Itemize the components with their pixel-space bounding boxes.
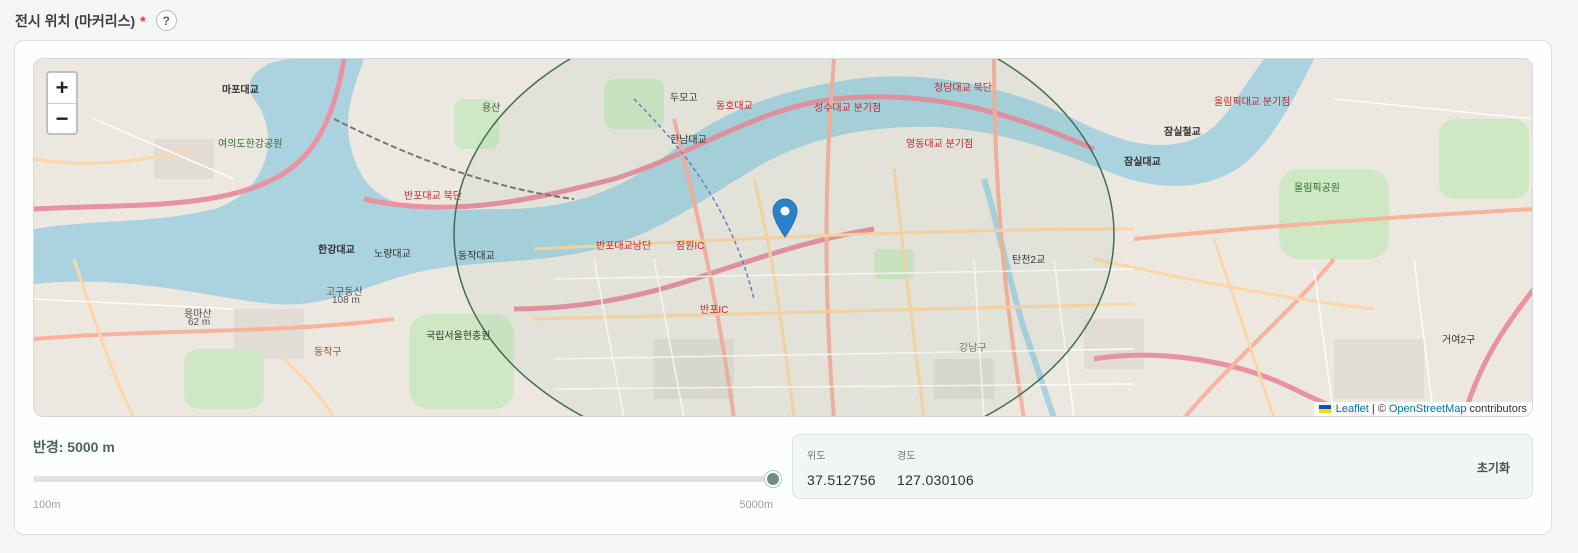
map-label-yongsan: 용산 — [482, 103, 501, 114]
longitude-value: 127.030106 — [897, 472, 974, 488]
map-label-cheongdam: 청담대교 북단 — [934, 83, 992, 94]
map-tiles — [34, 59, 1532, 416]
help-icon[interactable]: ? — [155, 10, 177, 31]
map-label-olympic-park: 올림픽공원 — [1294, 183, 1340, 194]
map-label-tancheon: 탄천2교 — [1012, 255, 1046, 266]
leaflet-link[interactable]: Leaflet — [1336, 403, 1369, 415]
field-label: 전시 위치 (마커리스) * ? — [15, 10, 177, 31]
latitude-label: 위도 — [807, 451, 826, 462]
field-label-text: 전시 위치 (마커리스) — [15, 12, 136, 29]
map-label-mapo: 마포대교 — [222, 85, 259, 96]
longitude-group: 경도 127.030106 — [897, 447, 974, 488]
map-label-banpo-south: 반포대교남단 — [596, 241, 652, 252]
map-label-yeongdong: 영동대교 분기점 — [906, 139, 974, 150]
map-label-geoyeo: 거여2구 — [1442, 335, 1476, 346]
reset-button[interactable]: 초기화 — [1477, 459, 1510, 476]
required-mark: * — [140, 12, 146, 29]
map-label-banpo-ic: 반포IC — [700, 305, 729, 316]
zoom-control: + − — [46, 71, 78, 135]
map-label-noryang: 노량대교 — [374, 249, 411, 260]
map-label-gangnam: 강남구 — [959, 343, 987, 354]
map-label-dongjak-gu: 동작구 — [314, 347, 342, 358]
map-label-dongjak: 동작대교 — [458, 251, 495, 262]
map-label-banpo-north: 반포대교 북단 — [404, 191, 462, 202]
attribution-contributors: contributors — [1469, 403, 1527, 415]
coordinates-panel: 위도 37.512756 경도 127.030106 초기화 — [792, 434, 1533, 499]
map-label-dumo: 두모고 — [670, 93, 698, 104]
attribution-separator: | © — [1371, 403, 1386, 415]
map-label-jamwon-ic: 잠원IC — [676, 241, 705, 252]
latitude-group: 위도 37.512756 — [807, 447, 876, 488]
radius-slider-fill — [33, 476, 773, 482]
radius-slider[interactable] — [33, 471, 781, 487]
map-label-gugu-height: 108 m — [332, 295, 360, 306]
radius-slider-thumb[interactable] — [765, 471, 781, 487]
map-label-jamsil-bridge: 잠실대교 — [1124, 157, 1161, 168]
osm-link[interactable]: OpenStreetMap — [1389, 403, 1467, 415]
map-label-cemetery: 국립서울현충원 — [426, 331, 491, 342]
map-view[interactable]: 마포대교 한강대교 동작대교 노량대교 반포대교 북단 반포대교남단 동호대교 … — [33, 58, 1533, 417]
map-label-olympic-bridge: 올림픽대교 분기점 — [1214, 97, 1291, 108]
map-label-jamsil-steel: 잠실철교 — [1164, 127, 1201, 138]
longitude-label: 경도 — [897, 451, 916, 462]
map-label-yeouido-park: 여의도한강공원 — [218, 139, 283, 150]
zoom-out-button[interactable]: − — [48, 103, 76, 133]
map-label-yongma-height: 62 m — [188, 317, 211, 328]
radius-label: 반경: 5000 m — [33, 439, 115, 455]
map-label-dongho: 동호대교 — [716, 101, 753, 112]
map-label-hangang: 한강대교 — [318, 245, 355, 256]
latitude-value: 37.512756 — [807, 472, 876, 488]
slider-min-label: 100m — [33, 499, 61, 511]
zoom-in-button[interactable]: + — [48, 73, 76, 103]
map-attribution: Leaflet | © OpenStreetMap contributors — [1313, 402, 1532, 416]
ukraine-flag-icon — [1318, 405, 1331, 413]
map-label-hannam: 한남대교 — [670, 135, 707, 146]
map-label-seongsu: 성수대교 분기점 — [814, 103, 882, 114]
slider-max-label: 5000m — [739, 499, 773, 511]
